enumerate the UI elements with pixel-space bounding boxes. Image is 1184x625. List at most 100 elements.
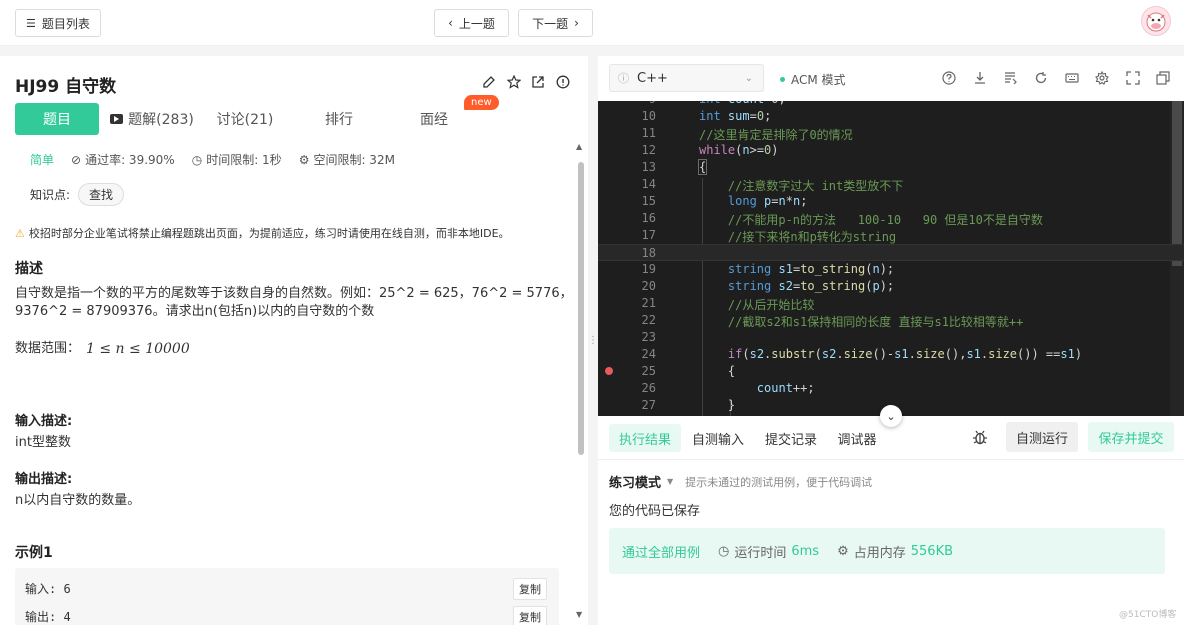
code-line[interactable]: 16 //不能用p-n的方法 100-10 90 但是10不是自守数: [598, 210, 1184, 227]
panel-splitter[interactable]: ⋮: [588, 56, 598, 625]
line-number: 18: [641, 246, 656, 260]
runtime: ◷ 运行时间 6ms: [718, 542, 819, 561]
line-code: int count=0;: [699, 101, 786, 106]
memory-label: 占用内存: [853, 545, 906, 561]
run-result-panel: 练习模式 ▼ 提示未通过的测试用例，便于代码调试 您的代码已保存 通过全部用例 …: [598, 460, 1184, 625]
editor-toolbar: ⓘ C++ ⌄ ACM 模式: [598, 56, 1184, 101]
problem-header: HJ99 自守数 题目 题解(283) 讨论(21) 排行 面经 new: [0, 56, 588, 136]
top-bar: ☰ 题目列表 ‹ 上一题 下一题 ›: [0, 0, 1184, 46]
code-line[interactable]: 25 {: [598, 363, 1184, 380]
code-line[interactable]: 20 string s2=to_string(p);: [598, 278, 1184, 295]
code-line[interactable]: 11 //这里肯定是排除了0的情况: [598, 125, 1184, 142]
problem-meta: 简单 ⊘ 通过率: 39.90% ◷ 时间限制: 1秒 ⚙ 空间限制: 32M: [30, 151, 395, 168]
tab-ranking-label: 排行: [325, 112, 353, 128]
output-text: n以内自守数的数量。: [15, 493, 141, 508]
line-number: 12: [641, 143, 656, 157]
code-line[interactable]: 24 if(s2.substr(s2.size()-s1.size(),s1.s…: [598, 346, 1184, 363]
save-submit-button[interactable]: 保存并提交: [1088, 422, 1174, 452]
save-submit-label: 保存并提交: [1098, 431, 1164, 447]
copy-input-button[interactable]: 复制: [513, 578, 547, 600]
video-icon: [110, 114, 124, 124]
info-circle-icon: ⓘ: [618, 72, 629, 85]
debug-bug-icon[interactable]: [969, 422, 991, 452]
memory: ⚙ 占用内存 556KB: [837, 542, 953, 561]
code-line[interactable]: 9 int count=0;: [598, 101, 1184, 108]
code-line[interactable]: 19 string s1=to_string(n);: [598, 261, 1184, 278]
tab-solutions[interactable]: 题解(283): [107, 103, 197, 135]
scroll-up-icon[interactable]: ▲: [576, 142, 582, 151]
help-icon[interactable]: [941, 70, 957, 86]
refresh-icon[interactable]: [1033, 70, 1049, 86]
code-editor[interactable]: 9 int count=0; 10 int sum=0; 11 //这里肯定是排除了0的情…: [598, 101, 1184, 416]
data-range: 数据范围： 1 ≤ n ≤ 10000: [15, 340, 190, 358]
keyboard-icon[interactable]: [1064, 70, 1080, 86]
split-view-icon[interactable]: [1155, 70, 1171, 86]
code-line[interactable]: 21 //从后开始比较: [598, 295, 1184, 312]
code-line[interactable]: 15 long p=n*n;: [598, 193, 1184, 210]
tab-submissions[interactable]: 提交记录: [758, 424, 824, 452]
line-number: 14: [641, 177, 656, 191]
tab-discussion[interactable]: 讨论(21): [205, 103, 285, 135]
scroll-thumb[interactable]: [578, 162, 584, 455]
language-select[interactable]: ⓘ C++ ⌄: [609, 64, 764, 92]
line-number: 13: [641, 160, 656, 174]
format-icon[interactable]: [1003, 70, 1019, 86]
edit-icon[interactable]: [481, 74, 497, 90]
copy-output-button[interactable]: 复制: [513, 606, 547, 625]
code-line[interactable]: 12 while(n>=0): [598, 142, 1184, 159]
settings-icon[interactable]: [1094, 70, 1110, 86]
chevron-down-icon: ⌄: [744, 72, 753, 84]
warning-text: 校招时部分企业笔试将禁止编程题跳出页面，为提前适应，练习时请使用在线自测，而非本…: [28, 227, 510, 240]
difficulty-badge: 简单: [30, 153, 55, 167]
prev-label: 上一题: [458, 16, 495, 31]
scroll-down-icon[interactable]: ▼: [576, 610, 582, 619]
tab-interview[interactable]: 面经: [395, 103, 473, 135]
avatar[interactable]: [1141, 6, 1171, 36]
chip-icon: ⚙: [298, 152, 310, 167]
code-line[interactable]: 26 count++;: [598, 380, 1184, 397]
share-icon[interactable]: [530, 74, 546, 90]
code-line[interactable]: 10 int sum=0;: [598, 108, 1184, 125]
tab-ranking[interactable]: 排行: [300, 103, 378, 135]
practice-mode[interactable]: 练习模式 ▼ 提示未通过的测试用例，便于代码调试: [609, 472, 872, 492]
line-code: if(s2.substr(s2.size()-s1.size(),s1.size…: [727, 347, 1083, 361]
tab-debugger[interactable]: 调试器: [830, 424, 884, 452]
pass-all-status: 通过全部用例: [622, 545, 701, 561]
problem-scrollbar[interactable]: ▲ ▼: [573, 136, 588, 625]
fullscreen-icon[interactable]: [1125, 70, 1141, 86]
download-icon[interactable]: [972, 70, 988, 86]
info-icon[interactable]: [555, 74, 571, 90]
code-line[interactable]: 17 //接下来将n和p转化为string: [598, 227, 1184, 244]
space-limit-text: 空间限制: 32M: [313, 153, 395, 167]
breakpoint-icon[interactable]: [605, 367, 613, 375]
star-icon[interactable]: [506, 74, 522, 90]
tab-problem-label: 题目: [43, 112, 71, 128]
knowledge-tag[interactable]: 查找: [78, 183, 125, 206]
tab-problem[interactable]: 题目: [15, 103, 99, 135]
example-title: 示例1: [15, 545, 53, 561]
next-problem-button[interactable]: 下一题 ›: [518, 9, 593, 37]
warning-notice: ⚠ 校招时部分企业笔试将禁止编程题跳出页面，为提前适应，练习时请使用在线自测，而…: [15, 225, 510, 241]
prev-problem-button[interactable]: ‹ 上一题: [434, 9, 509, 37]
self-test-button[interactable]: 自测运行: [1006, 422, 1078, 452]
next-label: 下一题: [532, 16, 569, 31]
saved-message: 您的代码已保存: [609, 504, 701, 519]
description-line-2: 9376^2 = 87909376。请求出n(包括n)以内的自守数的个数: [15, 304, 375, 319]
tab-run-result[interactable]: 执行结果: [609, 424, 681, 452]
code-line[interactable]: 13 {: [598, 159, 1184, 176]
code-line[interactable]: 14 //注意数字过大 int类型放不下: [598, 176, 1184, 193]
line-number: 27: [641, 398, 656, 412]
tab-discussion-label: 讨论(21): [216, 112, 274, 128]
line-code: count++;: [756, 381, 815, 395]
code-line[interactable]: 18: [598, 244, 1184, 261]
example-box: 输入: 6 复制 输出: 4 复制: [15, 568, 559, 625]
line-code: //从后开始比较: [727, 298, 815, 312]
clock-icon: ◷: [718, 543, 730, 559]
problem-list-button[interactable]: ☰ 题目列表: [15, 9, 101, 37]
code-line[interactable]: 22 //截取s2和s1保持相同的长度 直接与s1比较相等就++: [598, 312, 1184, 329]
language-value: C++: [637, 70, 668, 86]
code-line[interactable]: 23: [598, 329, 1184, 346]
runtime-value: 6ms: [791, 543, 820, 559]
tab-self-input[interactable]: 自测输入: [685, 424, 751, 452]
description-title: 描述: [15, 261, 43, 277]
